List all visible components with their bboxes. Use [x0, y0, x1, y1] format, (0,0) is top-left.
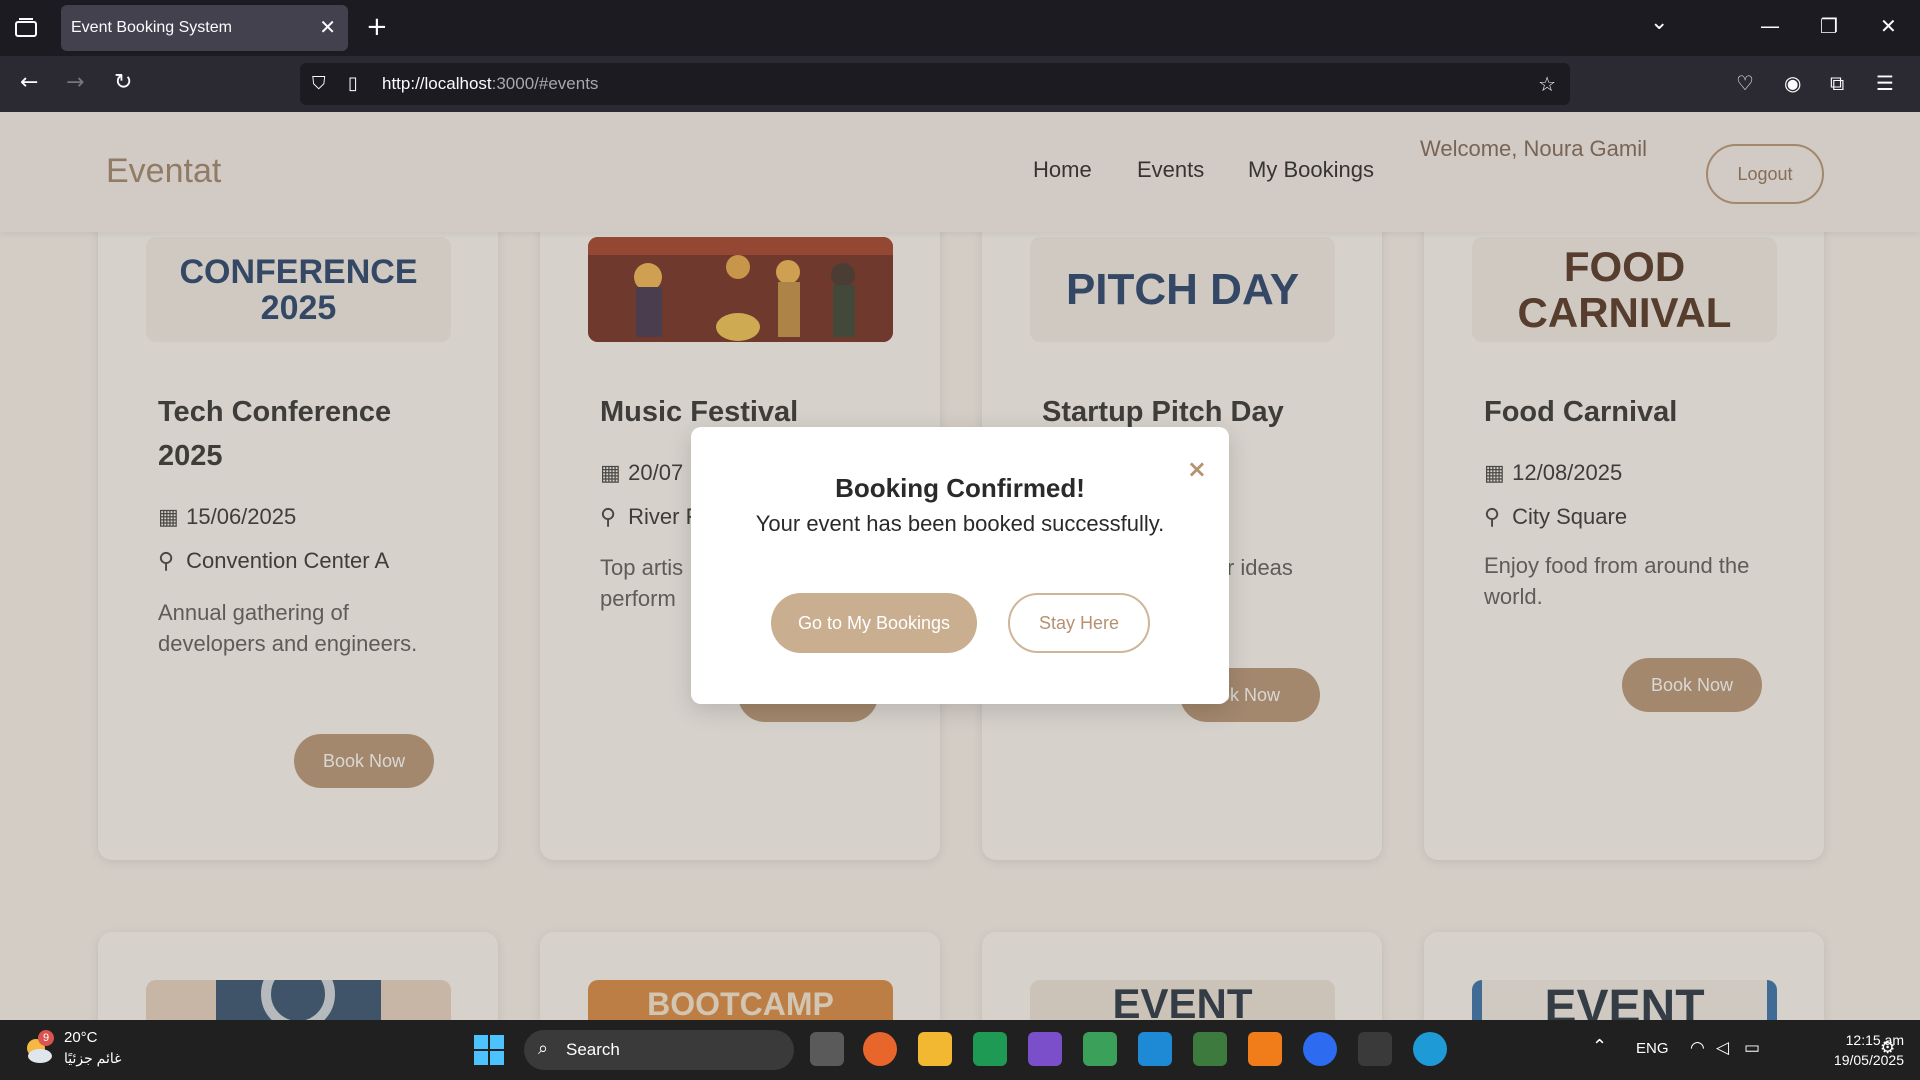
url-path: :3000/#events	[491, 74, 599, 93]
forward-icon[interactable]: →	[66, 70, 84, 95]
pocket-icon[interactable]: ♡	[1736, 71, 1754, 95]
reload-icon[interactable]: ↻	[114, 70, 132, 95]
new-tab-icon[interactable]: +	[366, 12, 388, 42]
language-indicator[interactable]: ENG	[1636, 1040, 1669, 1057]
windows-taskbar: 9 20°C غائم جزئيًا ⌕ Search ⌃ ENG ◠ ◁ ▭ …	[0, 1020, 1920, 1080]
tab-title: Event Booking System	[71, 19, 232, 36]
restore-icon[interactable]: ❐	[1820, 14, 1838, 38]
visual-studio-icon[interactable]	[1028, 1032, 1062, 1066]
dialog-message: Your event has been booked successfully.	[755, 511, 1165, 536]
wifi-icon[interactable]: ◠	[1690, 1038, 1705, 1058]
search-label: Search	[566, 1040, 620, 1059]
booking-confirmed-dialog: × Booking Confirmed! Your event has been…	[691, 427, 1229, 704]
shield-icon[interactable]: ⛉	[312, 73, 326, 94]
browser-tabbar: Event Booking System ✕ + ⌄ — ❐ ✕	[0, 0, 1920, 56]
snipping-tool-icon[interactable]	[1083, 1032, 1117, 1066]
app-icon[interactable]	[1193, 1032, 1227, 1066]
back-icon[interactable]: ←	[20, 70, 38, 95]
url-text: http://localhost:3000/#events	[382, 74, 598, 94]
edge-icon[interactable]	[1413, 1032, 1447, 1066]
weather-icon[interactable]: 9	[22, 1030, 54, 1066]
tab-overview-icon[interactable]	[14, 16, 40, 40]
start-icon[interactable]	[474, 1035, 504, 1069]
browser-toolbar: ← → ↻ ⛉ ▯ http://localhost:3000/#events …	[0, 56, 1920, 112]
go-to-my-bookings-button[interactable]: Go to My Bookings	[771, 593, 977, 653]
terminal-icon[interactable]	[1358, 1032, 1392, 1066]
file-explorer-icon[interactable]	[918, 1032, 952, 1066]
url-host: http://localhost	[382, 74, 492, 93]
task-view-icon[interactable]	[810, 1032, 844, 1066]
notifications-icon[interactable]: ⚙	[1880, 1038, 1895, 1058]
zoom-icon[interactable]	[1303, 1032, 1337, 1066]
firefox-icon[interactable]	[863, 1032, 897, 1066]
weather-temp: 20°C	[64, 1029, 98, 1046]
vscode-icon[interactable]	[1138, 1032, 1172, 1066]
page-info-icon[interactable]: ▯	[348, 73, 358, 94]
tray-chevron-icon[interactable]: ⌃	[1592, 1036, 1607, 1057]
menu-icon[interactable]: ☰	[1876, 71, 1894, 95]
address-bar[interactable]: ⛉ ▯ http://localhost:3000/#events ☆	[300, 63, 1570, 105]
dialog-title: Booking Confirmed!	[835, 473, 1085, 503]
search-icon: ⌕	[538, 1038, 549, 1058]
minimize-icon[interactable]: —	[1760, 14, 1780, 38]
browser-tab-active[interactable]: Event Booking System ✕	[61, 5, 348, 51]
app-icon[interactable]	[973, 1032, 1007, 1066]
weather-desc: غائم جزئيًا	[64, 1050, 122, 1066]
account-icon[interactable]: ◉	[1784, 71, 1801, 95]
bookmark-star-icon[interactable]: ☆	[1538, 72, 1556, 96]
battery-icon[interactable]: ▭	[1744, 1038, 1760, 1058]
weather-badge: 9	[38, 1030, 54, 1046]
window-close-icon[interactable]: ✕	[1880, 14, 1897, 38]
stay-here-button[interactable]: Stay Here	[1008, 593, 1150, 653]
tab-close-icon[interactable]: ✕	[319, 15, 336, 39]
app-icon[interactable]	[1248, 1032, 1282, 1066]
extensions-icon[interactable]: ⧉	[1830, 71, 1844, 95]
list-all-tabs-icon[interactable]: ⌄	[1650, 10, 1668, 35]
taskbar-search[interactable]: ⌕ Search	[524, 1030, 794, 1070]
volume-icon[interactable]: ◁	[1716, 1038, 1729, 1058]
